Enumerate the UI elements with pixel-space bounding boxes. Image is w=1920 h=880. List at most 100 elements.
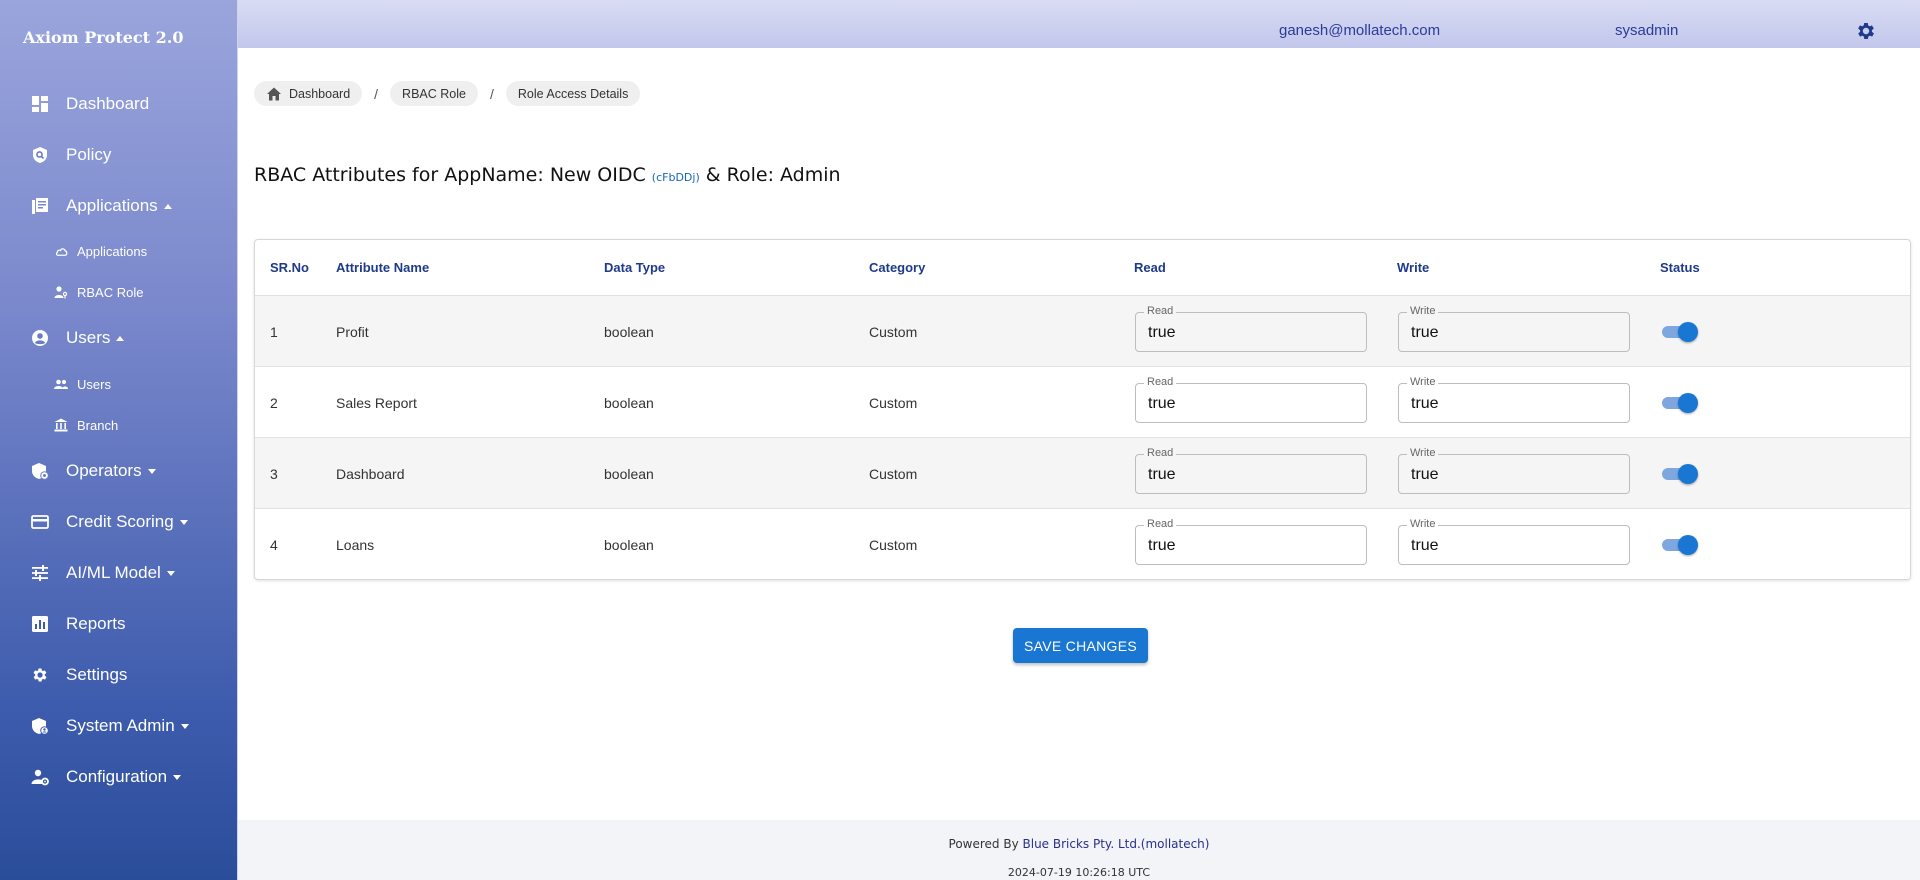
- read-field[interactable]: Read true: [1135, 447, 1367, 494]
- status-toggle[interactable]: [1660, 393, 1698, 413]
- column-header-attribute-name: Attribute Name: [336, 260, 430, 275]
- breadcrumb-label: Dashboard: [289, 86, 351, 101]
- cell-data-type: boolean: [604, 324, 654, 340]
- column-header-data-type: Data Type: [604, 260, 666, 275]
- sidebar-item-ai-ml-model[interactable]: AI/ML Model: [0, 555, 238, 591]
- sidebar-item-operators[interactable]: Operators: [0, 453, 238, 489]
- brand-title: Axiom Protect 2.0: [23, 28, 184, 47]
- app-id: (cFbDDj): [651, 171, 700, 184]
- top-bar: ganesh@mollatech.com sysadmin: [238, 0, 1920, 48]
- sidebar-subitem-label: Branch: [77, 417, 119, 433]
- applications-icon: [31, 197, 49, 215]
- chevron-up-icon: [116, 336, 125, 342]
- status-toggle[interactable]: [1660, 464, 1698, 484]
- column-header-read: Read: [1134, 260, 1166, 275]
- policy-icon: [31, 146, 49, 164]
- cell-sr-no: 4: [270, 537, 278, 553]
- breadcrumb-role-access-details[interactable]: Role Access Details: [505, 81, 641, 106]
- read-field-value: true: [1148, 395, 1176, 412]
- column-header-sr-no: SR.No: [270, 260, 309, 275]
- column-header-category: Category: [869, 260, 926, 275]
- status-toggle[interactable]: [1660, 322, 1698, 342]
- user-gear-icon: [31, 768, 49, 786]
- sidebar-subitem-rbac-role[interactable]: RBAC Role: [0, 277, 238, 307]
- cell-category: Custom: [869, 537, 918, 553]
- sidebar-item-credit-scoring[interactable]: Credit Scoring: [0, 504, 238, 540]
- page-title: RBAC Attributes for AppName: New OIDC (c…: [254, 164, 841, 186]
- user-key-icon: [54, 285, 68, 299]
- column-header-status: Status: [1660, 260, 1700, 275]
- credit-card-icon: [31, 513, 49, 531]
- toggle-knob: [1678, 322, 1698, 342]
- write-field[interactable]: Write true: [1398, 305, 1630, 352]
- breadcrumb-rbac-role[interactable]: RBAC Role: [390, 81, 478, 106]
- write-field-value: true: [1411, 395, 1439, 412]
- read-field-value: true: [1148, 466, 1176, 483]
- breadcrumb-separator: /: [374, 85, 379, 102]
- sidebar-item-settings[interactable]: Settings: [0, 657, 238, 693]
- page-title-prefix: RBAC Attributes for AppName: New OIDC: [254, 164, 652, 186]
- breadcrumb-dashboard[interactable]: Dashboard: [254, 81, 363, 106]
- sidebar-item-configuration[interactable]: Configuration: [0, 759, 238, 795]
- cell-category: Custom: [869, 324, 918, 340]
- write-field[interactable]: Write true: [1398, 447, 1630, 494]
- write-field[interactable]: Write true: [1398, 518, 1630, 565]
- write-field-label: Write: [1407, 518, 1439, 530]
- breadcrumb-separator: /: [489, 85, 494, 102]
- cell-attribute-name: Sales Report: [336, 395, 417, 411]
- sidebar-item-system-admin[interactable]: System Admin: [0, 708, 238, 744]
- sidebar: Axiom Protect 2.0 Dashboard Policy Appli…: [0, 0, 238, 880]
- cell-sr-no: 3: [270, 466, 278, 482]
- write-field-label: Write: [1407, 305, 1439, 317]
- sidebar-item-label: AI/ML Model: [66, 563, 175, 583]
- read-field[interactable]: Read true: [1135, 305, 1367, 352]
- read-field-label: Read: [1144, 518, 1177, 530]
- read-field[interactable]: Read true: [1135, 376, 1367, 423]
- sidebar-item-label: Policy: [66, 145, 112, 164]
- sidebar-item-policy[interactable]: Policy: [0, 137, 238, 173]
- sidebar-item-label: Reports: [66, 614, 126, 633]
- read-field[interactable]: Read true: [1135, 518, 1367, 565]
- cell-attribute-name: Loans: [336, 537, 375, 553]
- breadcrumb-label: RBAC Role: [402, 86, 466, 101]
- sidebar-subitem-users[interactable]: Users: [0, 369, 238, 399]
- save-changes-button[interactable]: SAVE CHANGES: [1013, 628, 1148, 663]
- cell-attribute-name: Profit: [336, 324, 369, 340]
- sidebar-subitem-applications[interactable]: Applications: [0, 236, 238, 266]
- username-label[interactable]: sysadmin: [1615, 22, 1678, 39]
- read-field-label: Read: [1144, 447, 1177, 459]
- shield-admin-icon: [31, 717, 49, 735]
- sidebar-item-applications[interactable]: Applications: [0, 188, 238, 224]
- user-email: ganesh@mollatech.com: [1279, 22, 1441, 39]
- read-field-value: true: [1148, 324, 1176, 341]
- sidebar-item-reports[interactable]: Reports: [0, 606, 238, 642]
- chevron-down-icon: [173, 775, 182, 781]
- page-title-suffix: & Role: Admin: [699, 164, 841, 186]
- reports-icon: [31, 615, 49, 633]
- sidebar-item-label: Configuration: [66, 767, 182, 787]
- sidebar-item-label: Dashboard: [66, 94, 150, 113]
- table-row: 1 Profit boolean Custom Read true Write …: [255, 296, 1910, 367]
- settings-gear-icon[interactable]: [1855, 20, 1877, 42]
- sidebar-item-dashboard[interactable]: Dashboard: [0, 86, 238, 122]
- sidebar-item-users[interactable]: Users: [0, 320, 238, 356]
- chevron-down-icon: [180, 724, 189, 730]
- operators-icon: [31, 462, 49, 480]
- chevron-up-icon: [163, 204, 172, 210]
- table-row: 4 Loans boolean Custom Read true Write t…: [255, 509, 1910, 579]
- footer-timestamp: 2024-07-19 10:26:18 UTC: [1007, 866, 1151, 879]
- read-field-label: Read: [1144, 305, 1177, 317]
- write-field-value: true: [1411, 324, 1439, 341]
- table-row: 3 Dashboard boolean Custom Read true Wri…: [255, 438, 1910, 509]
- rbac-attributes-table: SR.No Attribute Name Data Type Category …: [254, 239, 1911, 580]
- write-field-label: Write: [1407, 447, 1439, 459]
- sidebar-subitem-branch[interactable]: Branch: [0, 410, 238, 440]
- write-field[interactable]: Write true: [1398, 376, 1630, 423]
- company-link[interactable]: Blue Bricks Pty. Ltd.(mollatech): [1023, 837, 1210, 851]
- cell-attribute-name: Dashboard: [336, 466, 405, 482]
- status-toggle[interactable]: [1660, 535, 1698, 555]
- table-row: 2 Sales Report boolean Custom Read true …: [255, 367, 1910, 438]
- chevron-down-icon: [166, 571, 175, 577]
- people-icon: [54, 377, 68, 391]
- write-field-label: Write: [1407, 376, 1439, 388]
